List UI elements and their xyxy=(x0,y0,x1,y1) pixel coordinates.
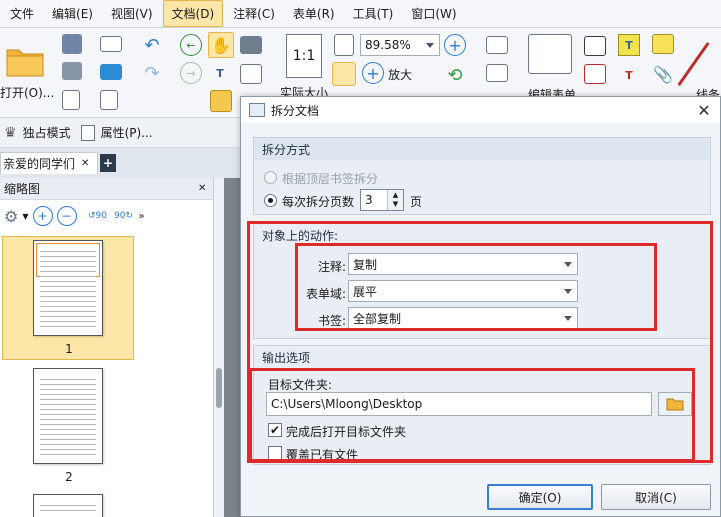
scrollbar-thumb[interactable] xyxy=(216,368,222,408)
stamp-icon[interactable] xyxy=(210,90,232,112)
dialog-title: 拆分文档 xyxy=(271,103,320,118)
new-doc-icon[interactable] xyxy=(62,90,80,110)
select-text-icon[interactable]: T xyxy=(208,62,232,84)
properties-icon xyxy=(80,124,95,141)
thumbnail-panel-title: 缩略图 xyxy=(4,182,41,196)
mode-bar: ♛ 独占模式 属性(P)... xyxy=(0,118,240,148)
zoom-select[interactable]: 89.58% xyxy=(360,34,440,56)
stepper-arrows-icon[interactable]: ▲ ▼ xyxy=(387,190,403,210)
ok-button[interactable]: 确定(O) xyxy=(487,484,593,510)
chevron-down-icon[interactable]: ▼ xyxy=(22,212,28,221)
menu-form[interactable]: 表单(R) xyxy=(285,1,343,26)
undo-icon[interactable]: ↶ xyxy=(140,34,164,56)
highlight-box-output xyxy=(249,368,695,462)
thumbnail-panel-header: 缩略图 ✕ xyxy=(0,178,213,200)
menu-window[interactable]: 窗口(W) xyxy=(403,1,464,26)
zoom-in-icon[interactable]: + xyxy=(444,34,466,56)
split-by-bookmarks-label: 根据顶层书签拆分 xyxy=(282,172,379,186)
page-icon[interactable] xyxy=(100,90,118,110)
split-document-icon xyxy=(249,103,265,117)
zoom-value: 89.58% xyxy=(365,38,411,52)
zoom-in-small-icon[interactable]: + xyxy=(362,62,384,84)
pages-unit-label: 页 xyxy=(410,195,423,209)
close-icon[interactable]: ✕ xyxy=(694,100,714,120)
pages-per-split-stepper[interactable]: 3 ▲ ▼ xyxy=(360,189,404,211)
fit-width-icon[interactable] xyxy=(332,62,356,86)
crown-icon: ♛ xyxy=(4,124,17,141)
rotate-icon[interactable]: ⟲ xyxy=(444,64,466,86)
dialog-titlebar: 拆分文档 ✕ xyxy=(241,97,720,123)
chevron-down-icon xyxy=(426,43,434,48)
email-icon[interactable] xyxy=(100,36,122,52)
edit-form-icon[interactable] xyxy=(528,34,572,74)
split-by-pages-label: 每次拆分页数 xyxy=(282,195,355,209)
highlight-text-icon[interactable]: T xyxy=(618,34,640,56)
document-tab[interactable]: 亲爱的同学们 ✕ xyxy=(0,152,98,174)
strikeout-icon[interactable]: T xyxy=(618,64,640,86)
close-tab-icon[interactable]: ✕ xyxy=(81,158,89,169)
line-icon[interactable] xyxy=(677,41,710,87)
menu-document[interactable]: 文档(D) xyxy=(162,0,224,27)
add-field-icon[interactable] xyxy=(486,64,508,82)
more-icon[interactable]: » xyxy=(139,211,145,222)
open-button[interactable] xyxy=(2,36,48,84)
text-field-icon[interactable] xyxy=(486,36,508,54)
split-document-dialog: 拆分文档 ✕ 拆分方式 根据顶层书签拆分 每次拆分页数 3 ▲ ▼ 页 对象上的动… xyxy=(240,96,721,517)
hand-tool-icon[interactable]: ✋ xyxy=(208,32,234,58)
open-label: 打开(O)... xyxy=(0,86,55,100)
thumbnail-toolbar: ⚙ ▼ + − ↺90 90↻ » xyxy=(0,200,213,232)
snapshot-icon[interactable] xyxy=(240,36,262,54)
menu-edit[interactable]: 编辑(E) xyxy=(44,1,101,26)
exclusive-mode-button[interactable]: 独占模式 xyxy=(23,124,71,141)
textbox-icon[interactable] xyxy=(584,64,606,84)
thumb-zoom-in-icon[interactable]: + xyxy=(32,206,53,226)
fit-page-icon[interactable] xyxy=(334,34,354,56)
close-panel-icon[interactable]: ✕ xyxy=(198,183,206,194)
save-icon[interactable] xyxy=(62,34,82,54)
back-icon[interactable]: ← xyxy=(180,34,202,56)
menu-file[interactable]: 文件 xyxy=(2,1,42,26)
folder-icon xyxy=(6,49,44,77)
new-tab-icon[interactable]: + xyxy=(100,154,116,172)
print-icon[interactable] xyxy=(62,62,82,80)
properties-button[interactable]: 属性(P)... xyxy=(101,124,153,141)
menu-comment[interactable]: 注释(C) xyxy=(225,1,283,26)
split-by-bookmarks-radio[interactable] xyxy=(264,171,277,184)
thumbnail-page-3[interactable] xyxy=(33,494,103,517)
zoom-in-label: 放大 xyxy=(388,68,413,82)
thumbnail-page-2[interactable] xyxy=(33,368,103,464)
rotate-ccw-icon[interactable]: ↺90 xyxy=(87,206,109,226)
pages-per-split-value: 3 xyxy=(365,193,373,207)
sticky-note-icon[interactable] xyxy=(652,34,674,54)
highlight-box-selects xyxy=(295,243,657,331)
menu-tools[interactable]: 工具(T) xyxy=(345,1,402,26)
attach-icon[interactable]: 📎 xyxy=(652,62,674,86)
split-method-group: 拆分方式 根据顶层书签拆分 每次拆分页数 3 ▲ ▼ 页 xyxy=(253,137,711,215)
forward-icon[interactable]: → xyxy=(180,62,202,84)
tab-strip: 亲爱的同学们 ✕ + xyxy=(0,150,240,174)
menu-bar: 文件 编辑(E) 视图(V) 文档(D) 注释(C) 表单(R) 工具(T) 窗… xyxy=(0,0,721,28)
select-annotation-icon[interactable] xyxy=(240,64,262,84)
thumbnail-scrollbar[interactable] xyxy=(214,178,224,517)
split-method-heading: 拆分方式 xyxy=(254,138,710,160)
thumb-zoom-out-icon[interactable]: − xyxy=(56,206,77,226)
thumbnail-label-2: 2 xyxy=(65,470,73,484)
redo-icon[interactable]: ↷ xyxy=(140,62,164,84)
split-by-pages-radio[interactable] xyxy=(264,194,277,207)
cloud-upload-icon[interactable] xyxy=(100,64,122,80)
gear-icon[interactable]: ⚙ xyxy=(4,207,18,226)
thumbnail-panel: 缩略图 ✕ ⚙ ▼ + − ↺90 90↻ » 1 2 xyxy=(0,178,214,517)
thumbnail-label-1: 1 xyxy=(65,342,73,356)
actual-size-icon[interactable]: 1:1 xyxy=(286,34,322,78)
cancel-button[interactable]: 取消(C) xyxy=(601,484,711,510)
menu-view[interactable]: 视图(V) xyxy=(103,1,161,26)
thumbnail-page-1 xyxy=(33,240,103,336)
rotate-cw-icon[interactable]: 90↻ xyxy=(113,206,135,226)
typewriter-icon[interactable] xyxy=(584,36,606,56)
document-tab-label: 亲爱的同学们 xyxy=(3,157,76,171)
